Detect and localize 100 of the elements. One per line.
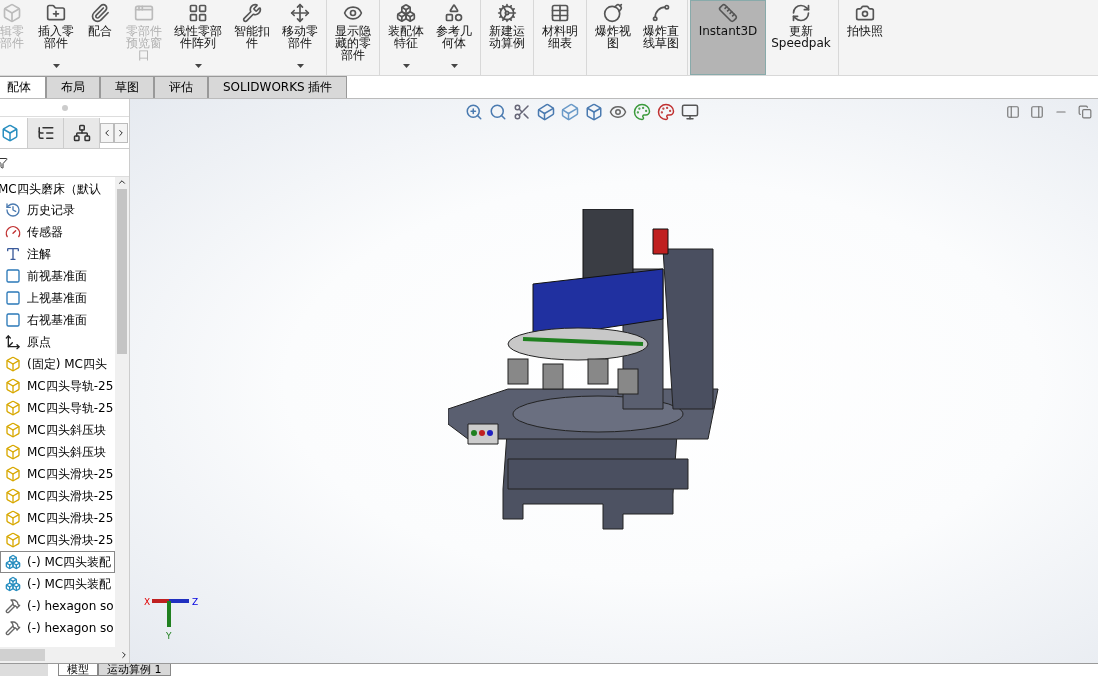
tree-item-label: 历史记录 <box>27 201 75 219</box>
camera-icon <box>855 3 875 23</box>
cube-icon[interactable] <box>561 103 579 121</box>
tab[interactable]: 运动算例 1 <box>98 664 171 676</box>
ribbon-button[interactable]: 爆炸直线草图 <box>637 0 685 75</box>
ribbon-button[interactable]: 配合 <box>80 0 120 75</box>
ribbon-button[interactable]: Instant3D <box>690 0 766 75</box>
tree-item[interactable]: MC四头斜压块 <box>0 419 115 441</box>
paperclip-icon <box>90 3 110 23</box>
ribbon-button[interactable]: 移动零部件 <box>276 0 324 75</box>
plane-icon <box>5 268 21 284</box>
tree-item-label: 前视基准面 <box>27 267 87 285</box>
horizontal-scrollbar[interactable] <box>0 647 129 663</box>
panel-tab[interactable] <box>28 117 64 148</box>
box-icon[interactable] <box>585 103 603 121</box>
part-icon <box>5 444 21 460</box>
ribbon-button[interactable]: 更新Speedpak <box>766 0 836 75</box>
gear-icon <box>497 3 517 23</box>
shapes-icon <box>444 3 464 23</box>
scroll-right-button[interactable] <box>114 122 128 143</box>
panel-left-icon[interactable] <box>1006 105 1020 119</box>
eye-icon[interactable] <box>609 103 627 121</box>
tree-item-label: (-) hexagon so <box>27 599 114 613</box>
caret-icon[interactable] <box>296 64 304 68</box>
palette-icon[interactable] <box>633 103 651 121</box>
tree-item[interactable]: (固定) MC四头 <box>0 353 115 375</box>
tree-item[interactable]: MC四头滑块-25 <box>0 529 115 551</box>
ribbon-button[interactable]: 显示隐藏的零部件 <box>329 0 377 75</box>
ribbon-button[interactable]: 插入零部件 <box>32 0 80 75</box>
search-icon[interactable] <box>489 103 507 121</box>
panel-tab[interactable] <box>64 117 100 148</box>
part-icon <box>5 378 21 394</box>
tree-item[interactable]: 历史记录 <box>0 199 115 221</box>
tree-item-label: MC四头导轨-25 <box>27 377 114 395</box>
scissors-icon[interactable] <box>513 103 531 121</box>
window-icon <box>134 3 154 23</box>
tree-item[interactable]: (-) MC四头装配 <box>0 551 115 573</box>
tree-item-label: MC四头斜压块 <box>27 421 106 439</box>
letter-icon <box>5 246 21 262</box>
tree-root[interactable]: MC四头磨床（默认 <box>0 179 115 199</box>
tab[interactable]: 评估 <box>154 76 208 98</box>
ribbon-button[interactable]: 爆炸视图 <box>589 0 637 75</box>
tree-item[interactable]: 传感器 <box>0 221 115 243</box>
tree-item[interactable]: (-) MC四头装配 <box>0 573 115 595</box>
tree-item[interactable]: MC四头导轨-25 <box>0 397 115 419</box>
tree-item[interactable]: 上视基准面 <box>0 287 115 309</box>
caret-icon[interactable] <box>402 64 410 68</box>
tree-item[interactable]: MC四头滑块-25 <box>0 485 115 507</box>
plane-icon <box>5 290 21 306</box>
tree-item[interactable]: 前视基准面 <box>0 265 115 287</box>
tree-item-label: 上视基准面 <box>27 289 87 307</box>
tab[interactable]: 布局 <box>46 76 100 98</box>
tree-item[interactable]: 注解 <box>0 243 115 265</box>
zoom-icon[interactable] <box>465 103 483 121</box>
monitor-icon[interactable] <box>681 103 699 121</box>
tree-item-label: MC四头导轨-25 <box>27 399 114 417</box>
restore-icon[interactable] <box>1078 105 1092 119</box>
hierarchy-icon <box>72 123 91 142</box>
ribbon-button[interactable]: 新建运动算例 <box>483 0 531 75</box>
history-icon <box>5 202 21 218</box>
tab[interactable]: 配体 <box>0 76 46 98</box>
tree-item[interactable]: (-) hexagon so <box>0 617 115 639</box>
part-icon <box>5 466 21 482</box>
tree-item[interactable]: 右视基准面 <box>0 309 115 331</box>
tree-item-label: 传感器 <box>27 223 63 241</box>
tab[interactable]: 模型 <box>58 664 98 676</box>
ribbon-button[interactable]: 智能扣件 <box>228 0 276 75</box>
part-icon <box>5 400 21 416</box>
move-icon <box>290 3 310 23</box>
bomb-icon <box>603 3 623 23</box>
tree-item-label: MC四头滑块-25 <box>27 509 114 527</box>
tab[interactable]: 草图 <box>100 76 154 98</box>
ribbon-button[interactable]: 拍快照 <box>841 0 889 75</box>
tree-item[interactable]: 原点 <box>0 331 115 353</box>
panel-right-icon[interactable] <box>1030 105 1044 119</box>
cube-icon[interactable] <box>537 103 555 121</box>
tree-item[interactable]: MC四头滑块-25 <box>0 463 115 485</box>
palette-icon[interactable] <box>657 103 675 121</box>
axis-triad: X Z Y <box>144 593 204 643</box>
assembly-icon <box>5 554 21 570</box>
filter-icon[interactable] <box>0 156 8 169</box>
tree-item[interactable]: MC四头斜压块 <box>0 441 115 463</box>
ribbon-button[interactable]: 参考几何体 <box>430 0 478 75</box>
caret-icon[interactable] <box>52 64 60 68</box>
ribbon-button[interactable]: 材料明细表 <box>536 0 584 75</box>
ribbon-button[interactable]: 装配体特征 <box>382 0 430 75</box>
part-icon <box>5 532 21 548</box>
part-icon <box>5 356 21 372</box>
tab[interactable]: SOLIDWORKS 插件 <box>208 76 348 98</box>
caret-icon[interactable] <box>450 64 458 68</box>
tree-item-label: (-) hexagon so <box>27 621 114 635</box>
drag-handle[interactable] <box>61 104 68 111</box>
tree-item-label: 右视基准面 <box>27 311 87 329</box>
scrollbar[interactable] <box>115 177 129 647</box>
caret-icon[interactable] <box>194 64 202 68</box>
ribbon-button[interactable]: 线性零部件阵列 <box>168 0 228 75</box>
tree-item[interactable]: MC四头导轨-25 <box>0 375 115 397</box>
tree-item[interactable]: (-) hexagon so <box>0 595 115 617</box>
tree-item-label: MC四头滑块-25 <box>27 487 114 505</box>
tree-item[interactable]: MC四头滑块-25 <box>0 507 115 529</box>
